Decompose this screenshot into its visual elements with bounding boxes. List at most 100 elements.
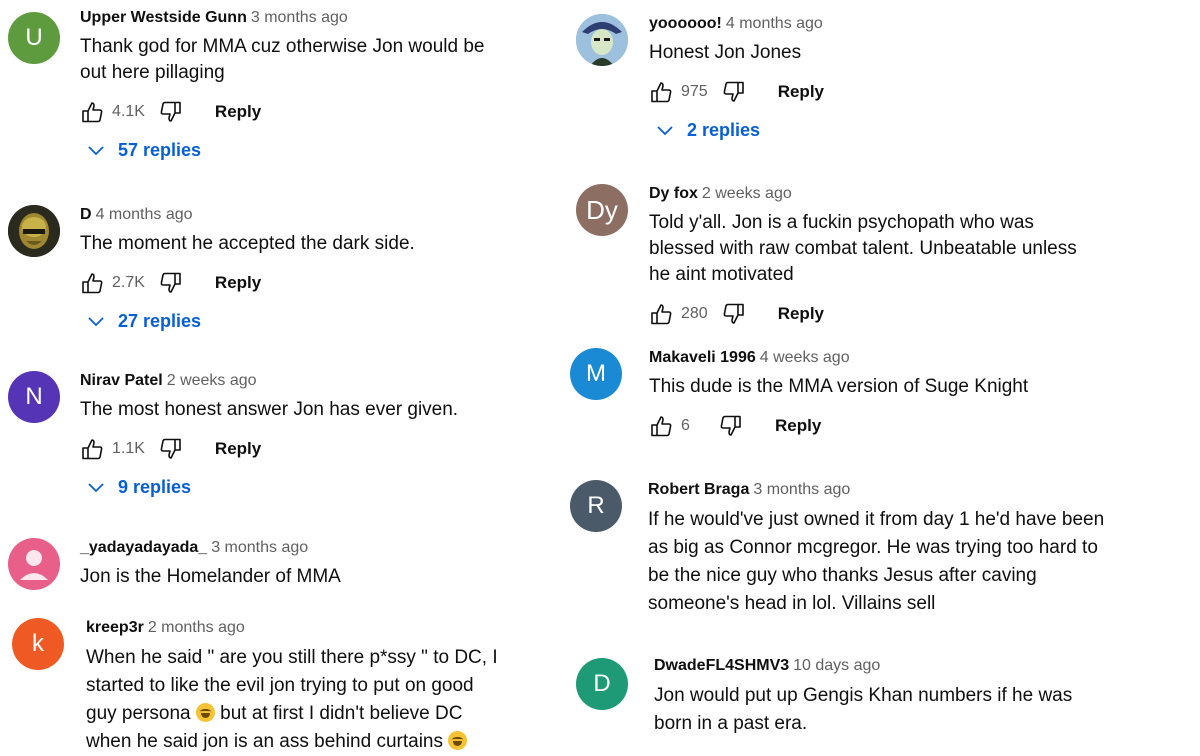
comment-author[interactable]: Makaveli 1996	[649, 349, 756, 366]
comment-author[interactable]: Robert Braga	[648, 481, 749, 498]
like-count: 975	[681, 83, 708, 100]
like-count: 2.7K	[112, 274, 145, 291]
replies-count: 57 replies	[118, 140, 202, 160]
avatar[interactable]	[8, 538, 60, 590]
chevron-down-icon	[657, 125, 673, 135]
comment-body: Upper Westside Gunn 3 months ago Thank go…	[80, 8, 500, 161]
thumbs-up-icon	[82, 273, 103, 294]
comment-time[interactable]: 3 months ago	[211, 539, 308, 556]
comment-time[interactable]: 4 months ago	[726, 15, 823, 32]
comment-author[interactable]: Upper Westside Gunn	[80, 9, 247, 26]
thumbs-down-icon	[160, 438, 181, 459]
avatar[interactable]: k	[12, 618, 64, 670]
comment-time[interactable]: 3 months ago	[251, 9, 348, 26]
view-replies-button[interactable]: 57 replies	[88, 140, 500, 161]
comment-text: Thank god for MMA cuz otherwise Jon woul…	[80, 36, 485, 83]
comment-body: Nirav Patel 2 weeks ago The most honest a…	[80, 371, 500, 498]
like-button[interactable]	[649, 80, 673, 104]
reply-button[interactable]: Reply	[778, 304, 824, 324]
default-person-avatar	[20, 550, 48, 580]
like-button[interactable]	[80, 100, 104, 124]
avatar[interactable]	[576, 14, 628, 66]
dislike-button[interactable]	[722, 302, 746, 326]
thumbs-down-icon	[723, 81, 744, 102]
comment-text: Honest Jon Jones	[649, 42, 802, 63]
dislike-button[interactable]	[159, 100, 183, 124]
comment-text: The most honest answer Jon has ever give…	[80, 399, 459, 420]
comment-text: If he would've just owned it from day 1 …	[648, 509, 1105, 614]
comment-text: Jon would put up Gengis Khan numbers if …	[654, 685, 1073, 734]
chevron-down-icon	[88, 145, 104, 155]
thumbs-down-icon	[723, 303, 744, 324]
thumbs-up-icon	[82, 439, 103, 460]
comment-author[interactable]: DwadeFL4SHMV3	[654, 657, 789, 674]
reply-button[interactable]: Reply	[775, 416, 821, 436]
thumbs-down-icon	[160, 272, 181, 293]
like-button[interactable]	[649, 302, 673, 326]
comment-author[interactable]: yoooooo!	[649, 15, 722, 32]
avatar[interactable]: U	[8, 12, 60, 64]
comment-time[interactable]: 3 months ago	[753, 481, 850, 498]
comment-text: The moment he accepted the dark side.	[80, 233, 415, 254]
thumbs-down-icon	[160, 101, 181, 122]
dislike-button[interactable]	[722, 80, 746, 104]
like-button[interactable]	[80, 437, 104, 461]
comment-author[interactable]: _yadayadayada_	[80, 539, 207, 556]
laughing-emoji-icon	[195, 703, 215, 722]
reply-button[interactable]: Reply	[215, 102, 261, 122]
like-count: 6	[681, 417, 690, 434]
view-replies-button[interactable]: 27 replies	[88, 311, 500, 332]
reply-button[interactable]: Reply	[215, 273, 261, 293]
like-count: 4.1K	[112, 103, 145, 120]
thumbs-down-icon	[720, 415, 741, 436]
comment-body: Dy fox 2 weeks ago Told y'all. Jon is a f…	[649, 184, 1089, 328]
comment-time[interactable]: 4 weeks ago	[760, 349, 850, 366]
replies-count: 27 replies	[118, 311, 202, 331]
comment-body: yoooooo! 4 months ago Honest Jon Jones 97…	[649, 14, 1149, 141]
anime-avatar-image	[576, 14, 628, 66]
thumbs-up-icon	[651, 304, 672, 325]
avatar[interactable]	[8, 205, 60, 257]
thumbs-up-icon	[651, 82, 672, 103]
comment-author[interactable]: Dy fox	[649, 185, 698, 202]
comment-author[interactable]: D	[80, 206, 92, 223]
avatar[interactable]: D	[576, 658, 628, 710]
comment-body: Robert Braga 3 months ago If he would've …	[648, 480, 1110, 618]
replies-count: 2 replies	[687, 120, 761, 140]
thumbs-up-icon	[82, 102, 103, 123]
comment-time[interactable]: 10 days ago	[793, 657, 880, 674]
avatar[interactable]: N	[8, 371, 60, 423]
dislike-button[interactable]	[159, 271, 183, 295]
replies-count: 9 replies	[118, 477, 192, 497]
comment-text: This dude is the MMA version of Suge Kni…	[649, 376, 1029, 397]
chevron-down-icon	[88, 482, 104, 492]
comment-time[interactable]: 2 months ago	[148, 619, 245, 636]
comment-time[interactable]: 4 months ago	[96, 206, 193, 223]
reply-button[interactable]: Reply	[778, 82, 824, 102]
like-count: 1.1K	[112, 440, 145, 457]
like-button[interactable]	[649, 414, 673, 438]
avatar[interactable]: Dy	[576, 184, 628, 236]
comment-author[interactable]: kreep3r	[86, 619, 144, 636]
avatar[interactable]: R	[570, 480, 622, 532]
dislike-button[interactable]	[719, 414, 743, 438]
laughing-emoji-icon	[448, 731, 468, 750]
comment-body: DwadeFL4SHMV3 10 days ago Jon would put u…	[654, 656, 1094, 738]
comment-text: Jon is the Homelander of MMA	[80, 566, 341, 587]
like-button[interactable]	[80, 271, 104, 295]
like-count: 280	[681, 305, 708, 322]
chevron-down-icon	[88, 316, 104, 326]
comment-text: Told y'all. Jon is a fuckin psychopath w…	[649, 212, 1077, 285]
view-replies-button[interactable]: 2 replies	[657, 120, 1149, 141]
comment-body: _yadayadayada_ 3 months ago Jon is the Ho…	[80, 538, 500, 590]
comment-author[interactable]: Nirav Patel	[80, 372, 163, 389]
comment-time[interactable]: 2 weeks ago	[167, 372, 257, 389]
view-replies-button[interactable]: 9 replies	[88, 477, 500, 498]
comment-body: D4 months ago The moment he accepted the…	[80, 205, 500, 332]
comment-body: kreep3r 2 months ago When he said " are y…	[86, 618, 506, 756]
comment-text: When he said " are you still there p*ssy…	[86, 647, 498, 752]
dislike-button[interactable]	[159, 437, 183, 461]
avatar[interactable]: M	[570, 348, 622, 400]
reply-button[interactable]: Reply	[215, 439, 261, 459]
comment-time[interactable]: 2 weeks ago	[702, 185, 792, 202]
